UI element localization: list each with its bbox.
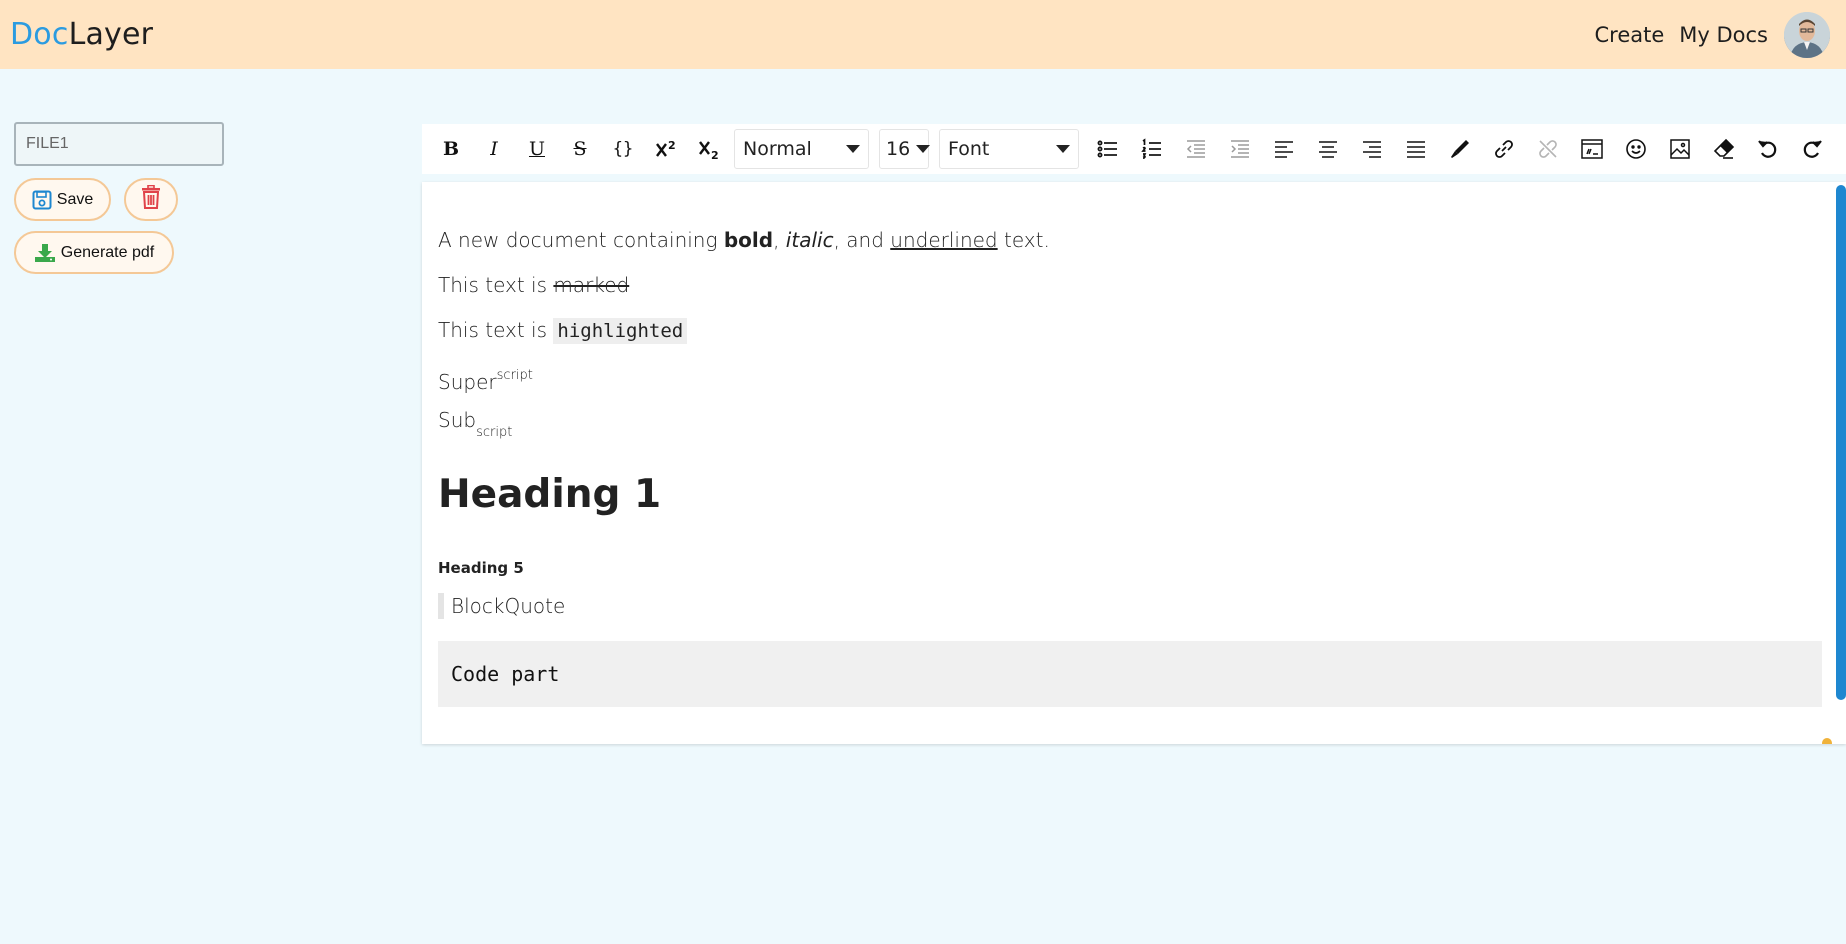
font-family-select[interactable]: Font <box>939 129 1079 169</box>
document-editor[interactable]: A new document containing bold, italic, … <box>422 182 1846 744</box>
text-span: This text is <box>438 273 554 297</box>
code-block: Code part <box>438 641 1822 707</box>
editor-content[interactable]: A new document containing bold, italic, … <box>438 218 1822 707</box>
subscript-icon[interactable]: 2 <box>694 134 724 164</box>
strikethrough-text: marked <box>553 273 630 297</box>
save-button[interactable]: Save <box>14 178 111 221</box>
strikethrough-icon[interactable]: S <box>565 134 595 164</box>
italic-icon[interactable]: I <box>479 134 509 164</box>
user-avatar[interactable] <box>1784 11 1830 58</box>
text-span: , <box>773 228 786 252</box>
editor-scrollbar[interactable] <box>1836 185 1846 700</box>
underlined-text: underlined <box>890 228 998 252</box>
header-format-value: Normal <box>743 138 812 160</box>
code-icon[interactable]: {} <box>608 134 638 164</box>
svg-text:2: 2 <box>668 139 676 152</box>
delete-button[interactable] <box>124 178 178 221</box>
inline-code-text: highlighted <box>553 318 688 344</box>
superscript-icon[interactable]: 2 <box>651 134 681 164</box>
chevron-down-icon <box>1056 145 1070 153</box>
text-span: text. <box>997 228 1050 252</box>
paragraph: This text is highlighted <box>438 308 1822 353</box>
editor-toolbar: B I U S {} 2 2 Normal 16 Font <box>422 124 1846 174</box>
paragraph: This text is marked <box>438 263 1822 308</box>
nav-my-docs-link[interactable]: My Docs <box>1679 23 1768 47</box>
outdent-icon[interactable] <box>1181 134 1211 164</box>
code-block-icon[interactable] <box>1577 134 1607 164</box>
paragraph: A new document containing bold, italic, … <box>438 218 1822 263</box>
text-span: This text is <box>438 318 554 342</box>
color-picker-icon[interactable] <box>1445 134 1475 164</box>
text-span: , and <box>833 228 891 252</box>
align-right-icon[interactable] <box>1357 134 1387 164</box>
chevron-down-icon <box>846 145 860 153</box>
download-icon <box>34 243 56 263</box>
undo-icon[interactable] <box>1753 134 1783 164</box>
subscript-text: script <box>476 425 513 440</box>
font-family-value: Font <box>948 138 990 160</box>
top-navbar: DocLayer Create My Docs <box>0 0 1846 69</box>
bold-text: bold <box>723 228 774 252</box>
svg-text:2: 2 <box>711 149 719 161</box>
brand-logo-part1: Doc <box>10 17 69 52</box>
file-name-input[interactable] <box>14 122 224 166</box>
header-format-select[interactable]: Normal <box>734 129 869 169</box>
paragraph: Superscript <box>438 353 1822 398</box>
nav-links: Create My Docs <box>1579 11 1830 58</box>
link-icon[interactable] <box>1489 134 1519 164</box>
nav-create-link[interactable]: Create <box>1594 23 1664 47</box>
image-icon[interactable] <box>1665 134 1695 164</box>
heading-1: Heading 1 <box>438 472 662 517</box>
status-dot <box>1822 738 1832 744</box>
superscript-text: script <box>496 368 533 383</box>
redo-icon[interactable] <box>1797 134 1827 164</box>
font-size-value: 16 <box>886 138 911 160</box>
brand-logo[interactable]: DocLayer <box>10 17 153 52</box>
text-span: Sub <box>438 408 477 432</box>
save-button-label: Save <box>56 190 94 208</box>
align-center-icon[interactable] <box>1313 134 1343 164</box>
text-span: Super <box>438 370 497 394</box>
font-size-select[interactable]: 16 <box>879 129 931 169</box>
emoji-icon[interactable] <box>1621 134 1651 164</box>
heading-5: Heading 5 <box>438 559 524 577</box>
brand-logo-part2: Layer <box>68 17 154 52</box>
italic-text: italic <box>785 228 834 252</box>
unlink-icon[interactable] <box>1533 134 1563 164</box>
avatar-image <box>1784 11 1830 58</box>
paragraph: Subscript <box>438 398 1822 443</box>
bullet-list-icon[interactable] <box>1093 134 1123 164</box>
blockquote: BlockQuote <box>438 593 1822 619</box>
indent-icon[interactable] <box>1225 134 1255 164</box>
align-left-icon[interactable] <box>1269 134 1299 164</box>
underline-icon[interactable]: U <box>522 134 552 164</box>
save-icon <box>32 190 52 210</box>
trash-icon <box>140 184 162 214</box>
generate-pdf-label: Generate pdf <box>60 243 155 261</box>
clear-format-icon[interactable] <box>1709 134 1739 164</box>
align-justify-icon[interactable] <box>1401 134 1431 164</box>
text-span: A new document containing <box>438 228 724 252</box>
bold-icon[interactable]: B <box>436 134 466 164</box>
chevron-down-icon <box>916 145 931 153</box>
ordered-list-icon[interactable] <box>1137 134 1167 164</box>
generate-pdf-button[interactable]: Generate pdf <box>14 231 174 274</box>
